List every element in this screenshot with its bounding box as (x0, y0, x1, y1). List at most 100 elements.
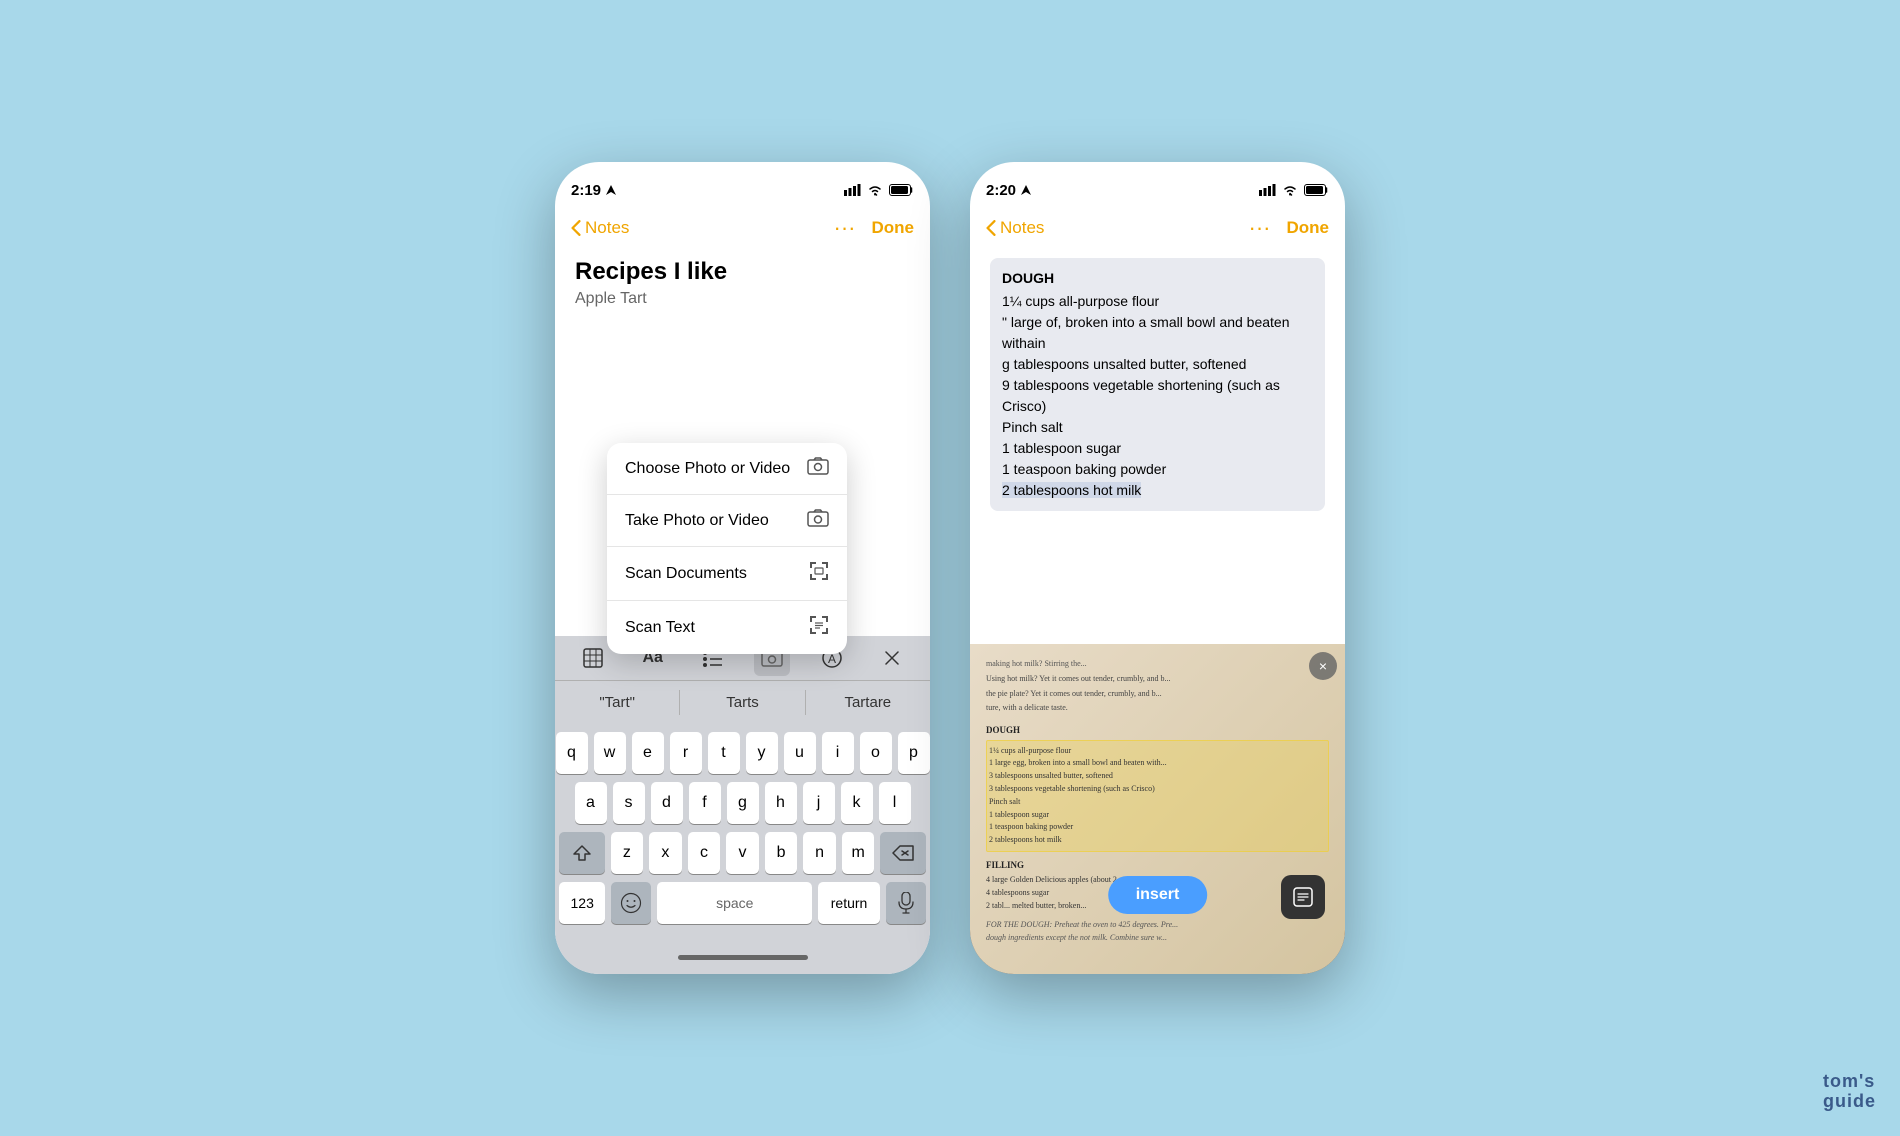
toolbar-close-btn-left[interactable] (874, 640, 910, 676)
keyboard-row3: z x c v b n m (559, 832, 926, 874)
key-t[interactable]: t (708, 732, 740, 774)
key-q[interactable]: q (556, 732, 588, 774)
key-d[interactable]: d (651, 782, 683, 824)
more-button-left[interactable]: ··· (834, 217, 856, 239)
key-g[interactable]: g (727, 782, 759, 824)
scan-action-button[interactable] (1281, 875, 1325, 919)
back-button-right[interactable]: Notes (986, 218, 1044, 238)
note-line-3: g tablespoons unsalted butter, softened (1002, 354, 1313, 375)
status-icons-right (1259, 184, 1329, 196)
autocomplete-bar-left: "Tart" Tarts Tartare (555, 680, 930, 724)
key-f[interactable]: f (689, 782, 721, 824)
done-button-right[interactable]: Done (1287, 218, 1330, 238)
scan-text-line-1: making hot milk? Stirring the... (986, 658, 1329, 671)
wifi-icon-left (867, 184, 883, 196)
done-button-left[interactable]: Done (872, 218, 915, 238)
key-e[interactable]: e (632, 732, 664, 774)
key-r[interactable]: r (670, 732, 702, 774)
scan-text-line-2: Using hot milk? Yet it comes out tender,… (986, 673, 1329, 686)
scan-overlay: × making hot milk? Stirring the... Using… (970, 644, 1345, 974)
back-chevron-left (571, 220, 581, 236)
left-phone: 2:19 (555, 162, 930, 974)
scan-insert-button[interactable]: insert (1108, 876, 1208, 914)
popup-menu: Choose Photo or Video Take Photo or Vide… (607, 443, 847, 654)
scan-dough-body: dough ingredients except the not milk. C… (986, 932, 1329, 945)
key-a[interactable]: a (575, 782, 607, 824)
scan-text-dough: DOUGH (986, 723, 1329, 737)
popup-scan-documents[interactable]: Scan Documents (607, 547, 847, 601)
signal-icon (844, 184, 861, 196)
note-line-7: 1 teaspoon baking powder (1002, 459, 1313, 480)
key-j[interactable]: j (803, 782, 835, 824)
scan-hl-1: 1¼ cups all-purpose flour (989, 745, 1326, 758)
key-numbers[interactable]: 123 (559, 882, 605, 924)
key-y[interactable]: y (746, 732, 778, 774)
autocomplete-tartare[interactable]: Tartare (806, 690, 930, 715)
key-h[interactable]: h (765, 782, 797, 824)
scan-hl-7: 1 teaspoon baking powder (989, 821, 1326, 834)
status-bar-left: 2:19 (555, 162, 930, 206)
key-i[interactable]: i (822, 732, 854, 774)
scan-hl-6: 1 tablespoon sugar (989, 809, 1326, 822)
wifi-icon-right (1282, 184, 1298, 196)
keyboard-row2: a s d f g h j k l (559, 782, 926, 824)
scan-doc-icon (809, 561, 829, 586)
scan-close-button[interactable]: × (1309, 652, 1337, 680)
toolbar-table-btn-left[interactable] (575, 640, 611, 676)
toms-guide-text: tom's guide (1823, 1072, 1876, 1112)
key-n[interactable]: n (803, 832, 836, 874)
key-z[interactable]: z (611, 832, 644, 874)
note-subtitle-left: Apple Tart (575, 290, 910, 308)
scan-hl-2: 1 large egg, broken into a small bowl an… (989, 757, 1326, 770)
scan-for-dough-text: FOR THE DOUGH: Preheat the oven to 425 d… (986, 919, 1329, 932)
signal-icon-right (1259, 184, 1276, 196)
scan-filling-header: FILLING (986, 858, 1329, 872)
key-delete[interactable] (880, 832, 926, 874)
back-chevron-right (986, 220, 996, 236)
key-x[interactable]: x (649, 832, 682, 874)
key-s[interactable]: s (613, 782, 645, 824)
popup-scan-text[interactable]: Scan Text (607, 601, 847, 654)
note-line-dough: DOUGH (1002, 268, 1313, 289)
key-u[interactable]: u (784, 732, 816, 774)
key-shift[interactable] (559, 832, 605, 874)
key-p[interactable]: p (898, 732, 930, 774)
note-line-5: Pinch salt (1002, 417, 1313, 438)
status-icons-left (844, 184, 914, 196)
key-c[interactable]: c (688, 832, 721, 874)
key-b[interactable]: b (765, 832, 798, 874)
note-text-block: DOUGH 1¼ cups all-purpose flour " large … (990, 258, 1325, 511)
key-w[interactable]: w (594, 732, 626, 774)
keyboard-left: q w e r t y u i o p a s d f g h j k l (555, 724, 930, 940)
scan-hl-5: Pinch salt (989, 796, 1326, 809)
more-button-right[interactable]: ··· (1249, 217, 1271, 239)
nav-bar-right: Notes ··· Done (970, 206, 1345, 250)
scan-text-line-4: ture, with a delicate taste. (986, 702, 1329, 715)
key-emoji[interactable] (611, 882, 651, 924)
note-title-left: Recipes I like (575, 258, 910, 286)
note-line-1: 1¼ cups all-purpose flour (1002, 291, 1313, 312)
key-space[interactable]: space (657, 882, 812, 924)
key-m[interactable]: m (842, 832, 875, 874)
toms-guide-watermark: tom's guide (1823, 1072, 1876, 1112)
home-indicator-left (555, 940, 930, 974)
key-mic[interactable] (886, 882, 926, 924)
back-button-left[interactable]: Notes (571, 218, 629, 238)
popup-take-photo[interactable]: Take Photo or Video (607, 495, 847, 547)
key-k[interactable]: k (841, 782, 873, 824)
key-l[interactable]: l (879, 782, 911, 824)
note-line-4: 9 tablespoons vegetable shortening (such… (1002, 375, 1313, 417)
autocomplete-tart-quoted[interactable]: "Tart" (555, 690, 680, 715)
autocomplete-tarts[interactable]: Tarts (680, 690, 805, 715)
nav-actions-right: ··· Done (1249, 217, 1329, 239)
key-v[interactable]: v (726, 832, 759, 874)
nav-actions-left: ··· Done (834, 217, 914, 239)
status-bar-right: 2:20 (970, 162, 1345, 206)
key-return[interactable]: return (818, 882, 880, 924)
popup-choose-photo[interactable]: Choose Photo or Video (607, 443, 847, 495)
battery-icon-right (1304, 184, 1329, 196)
keyboard-row-bottom: 123 space return (559, 882, 926, 928)
key-o[interactable]: o (860, 732, 892, 774)
toms-text: tom's (1823, 1071, 1875, 1091)
battery-icon-left (889, 184, 914, 196)
